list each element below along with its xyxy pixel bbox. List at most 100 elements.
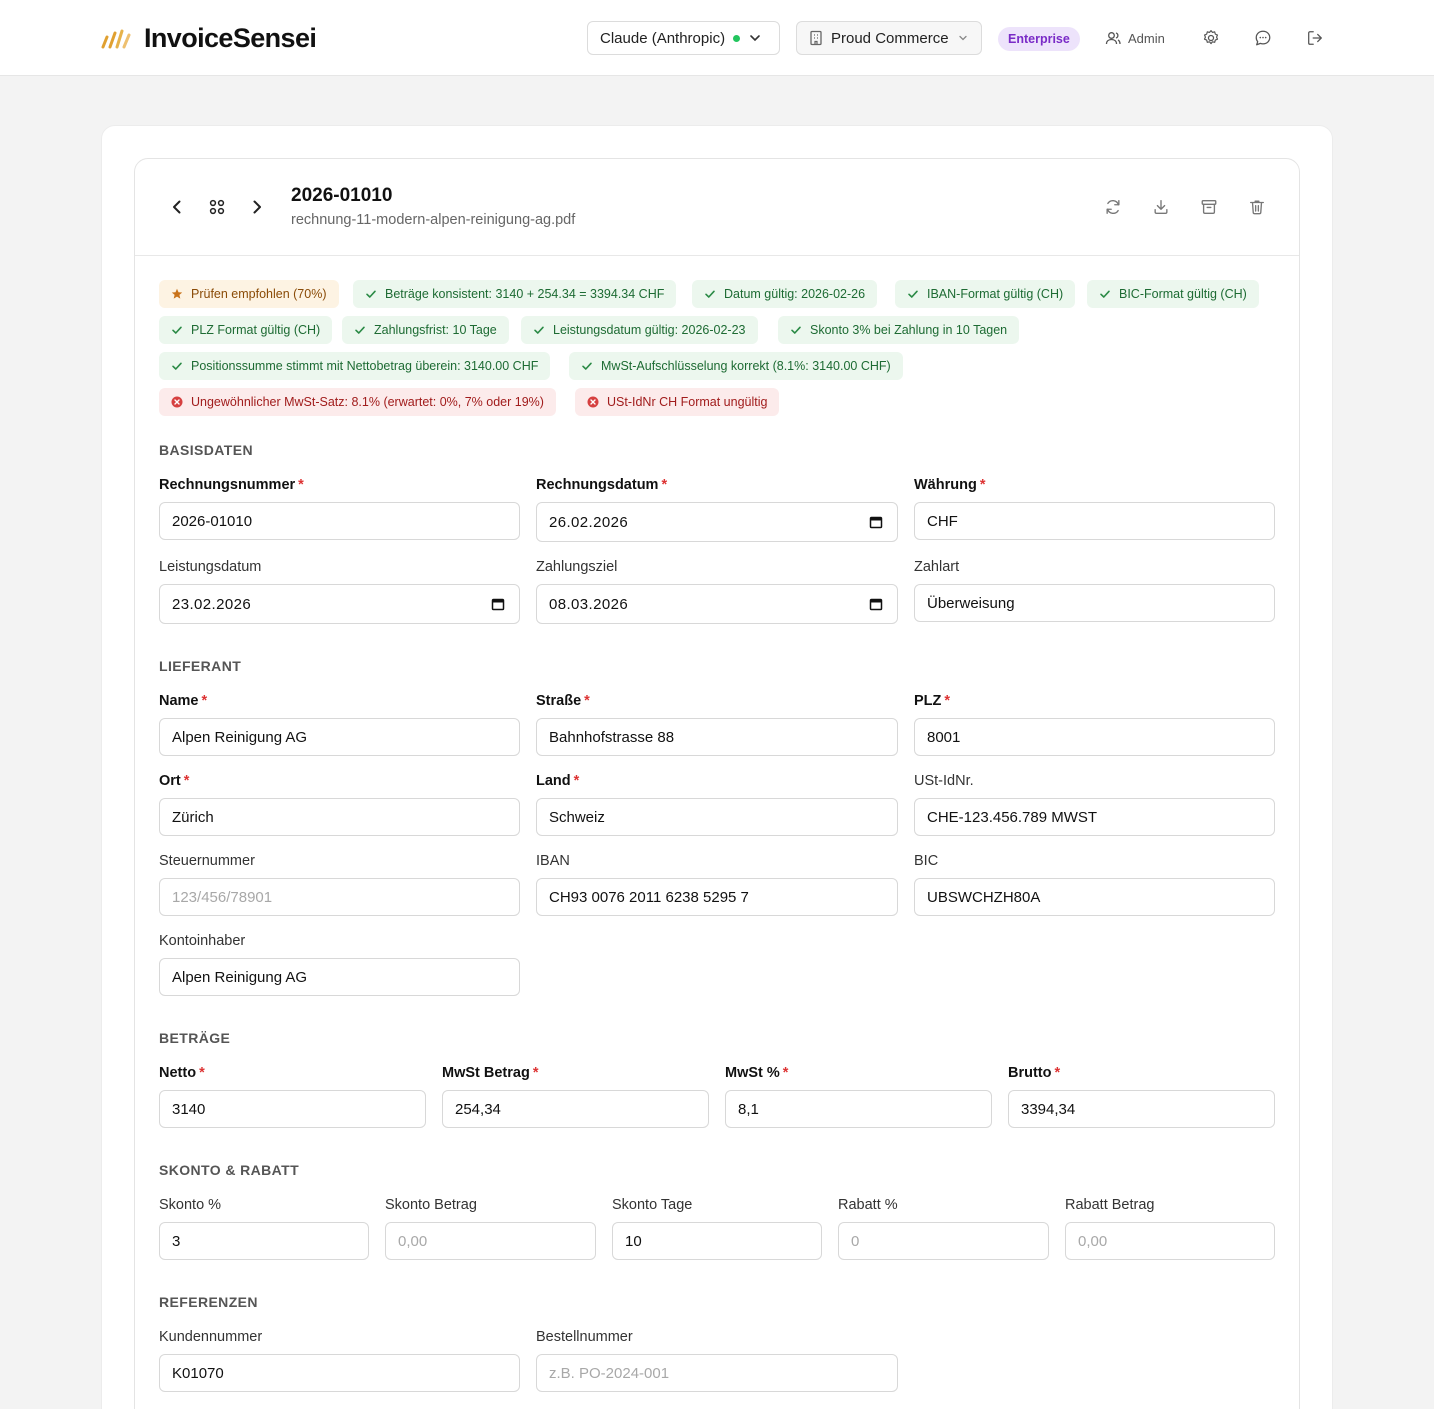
brutto-input[interactable]: 3394,34 bbox=[1008, 1090, 1275, 1128]
bestellnummer-input[interactable]: z.B. PO-2024-001 bbox=[536, 1354, 898, 1392]
reprocess-button[interactable] bbox=[1102, 196, 1124, 218]
label-rechnungsnummer: Rechnungsnummer * bbox=[159, 477, 304, 493]
chat-button[interactable] bbox=[1252, 27, 1274, 49]
overview-button[interactable] bbox=[205, 195, 229, 219]
mwst-betrag-input[interactable]: 254,34 bbox=[442, 1090, 709, 1128]
validation-badge-ok: Positionssumme stimmt mit Nettobetrag üb… bbox=[159, 352, 551, 380]
check-icon bbox=[705, 290, 715, 298]
label-bic: BIC bbox=[914, 853, 939, 869]
validation-badge-ok: Leistungsdatum gültig: 2026-02-23 bbox=[521, 316, 758, 344]
chevron-right-icon bbox=[253, 200, 261, 214]
zahlart-input[interactable]: Überweisung bbox=[914, 584, 1275, 622]
label-rechnungsdatum: Rechnungsdatum * bbox=[536, 477, 668, 493]
rabatt-betrag-input[interactable]: 0,00 bbox=[1065, 1222, 1275, 1260]
badge-text: Skonto 3% bei Zahlung in 10 Tagen bbox=[810, 323, 1008, 337]
bic-input[interactable]: UBSWCHZH80A bbox=[914, 878, 1275, 916]
calendar-icon[interactable] bbox=[491, 597, 505, 611]
calendar-icon[interactable] bbox=[869, 515, 883, 529]
brand-name: InvoiceSensei bbox=[144, 22, 317, 53]
validation-badge-warning: Prüfen empfohlen (70%) bbox=[159, 280, 339, 308]
name-input[interactable]: Alpen Reinigung AG bbox=[159, 718, 520, 756]
invoice-title: 2026-01010 bbox=[291, 185, 393, 206]
steuernummer-input[interactable]: 123/456/78901 bbox=[159, 878, 520, 916]
refresh-icon bbox=[1106, 199, 1120, 215]
check-icon bbox=[534, 326, 544, 334]
label-name: Name * bbox=[159, 693, 208, 709]
skonto-betrag-input[interactable]: 0,00 bbox=[385, 1222, 596, 1260]
next-button[interactable] bbox=[245, 195, 269, 219]
leistungsdatum-input[interactable]: 23.02.2026 bbox=[159, 584, 520, 624]
section-skonto-rabatt: SKONTO & RABATT bbox=[159, 1162, 300, 1178]
section-referenzen: REFERENZEN bbox=[159, 1294, 258, 1310]
rechnungsdatum-input[interactable]: 26.02.2026 bbox=[536, 502, 898, 542]
chevron-left-icon bbox=[173, 200, 181, 214]
zahlungsziel-input[interactable]: 08.03.2026 bbox=[536, 584, 898, 624]
chevron-down-icon bbox=[958, 35, 967, 41]
model-select[interactable]: Claude (Anthropic) bbox=[587, 21, 780, 55]
validation-badge-ok: Skonto 3% bei Zahlung in 10 Tagen bbox=[778, 316, 1020, 344]
chat-bubble-icon bbox=[1255, 30, 1271, 46]
badge-text: Zahlungsfrist: 10 Tage bbox=[374, 323, 497, 337]
label-brutto: Brutto * bbox=[1008, 1065, 1061, 1081]
chevron-down-icon bbox=[750, 35, 760, 42]
section-basisdaten: BASISDATEN bbox=[159, 442, 253, 458]
rechnungsnummer-input[interactable]: 2026-01010 bbox=[159, 502, 520, 540]
error-circle-icon bbox=[587, 396, 599, 408]
validation-badge-ok: Beträge konsistent: 3140 + 254.34 = 3394… bbox=[353, 280, 677, 308]
label-skonto-tage: Skonto Tage bbox=[612, 1197, 693, 1213]
ort-input[interactable]: Zürich bbox=[159, 798, 520, 836]
calendar-icon[interactable] bbox=[869, 597, 883, 611]
check-icon bbox=[355, 326, 365, 334]
label-zahlungsziel: Zahlungsziel bbox=[536, 559, 618, 575]
label-zahlart: Zahlart bbox=[914, 559, 960, 575]
badge-text: Ungewöhnlicher MwSt-Satz: 8.1% (erwartet… bbox=[191, 395, 544, 409]
label-leistungsdatum: Leistungsdatum bbox=[159, 559, 262, 575]
validation-badge-error: USt-IdNr CH Format ungültig bbox=[575, 388, 780, 416]
validation-badge-ok: Zahlungsfrist: 10 Tage bbox=[342, 316, 509, 344]
brand-logo[interactable]: InvoiceSensei bbox=[100, 20, 317, 56]
label-kontoinhaber: Kontoinhaber bbox=[159, 933, 246, 949]
badge-text: Datum gültig: 2026-02-26 bbox=[724, 287, 866, 301]
skonto-tage-input[interactable]: 10 bbox=[612, 1222, 822, 1260]
validation-badge-ok: PLZ Format gültig (CH) bbox=[159, 316, 333, 344]
mwst-prozent-input[interactable]: 8,1 bbox=[725, 1090, 992, 1128]
validation-badge-ok: BIC-Format gültig (CH) bbox=[1087, 280, 1259, 308]
company-select[interactable]: Proud Commerce bbox=[796, 21, 982, 55]
strasse-input[interactable]: Bahnhofstrasse 88 bbox=[536, 718, 898, 756]
land-input[interactable]: Schweiz bbox=[536, 798, 898, 836]
label-netto: Netto * bbox=[159, 1065, 205, 1081]
logout-button[interactable] bbox=[1304, 27, 1326, 49]
model-select-label: Claude (Anthropic) bbox=[600, 29, 726, 47]
delete-button[interactable] bbox=[1246, 196, 1268, 218]
check-icon bbox=[582, 362, 592, 370]
label-strasse: Straße * bbox=[536, 693, 590, 709]
error-circle-icon bbox=[171, 396, 183, 408]
kundennummer-input[interactable]: K01070 bbox=[159, 1354, 520, 1392]
download-button[interactable] bbox=[1150, 196, 1172, 218]
building-icon bbox=[810, 30, 822, 46]
section-betraege: BETRÄGE bbox=[159, 1030, 231, 1046]
logo-mark-icon bbox=[101, 29, 131, 49]
badge-text: Prüfen empfohlen (70%) bbox=[191, 287, 327, 301]
ustid-input[interactable]: CHE-123.456.789 MWST bbox=[914, 798, 1275, 836]
label-skonto-prozent: Skonto % bbox=[159, 1197, 222, 1213]
iban-input[interactable]: CH93 0076 2011 6238 5295 7 bbox=[536, 878, 898, 916]
netto-input[interactable]: 3140 bbox=[159, 1090, 426, 1128]
validation-badge-ok: Datum gültig: 2026-02-26 bbox=[692, 280, 878, 308]
label-kundennummer: Kundennummer bbox=[159, 1329, 263, 1345]
previous-button[interactable] bbox=[165, 195, 189, 219]
label-skonto-betrag: Skonto Betrag bbox=[385, 1197, 477, 1213]
skonto-prozent-input[interactable]: 3 bbox=[159, 1222, 369, 1260]
badge-text: USt-IdNr CH Format ungültig bbox=[607, 395, 768, 409]
plz-input[interactable]: 8001 bbox=[914, 718, 1275, 756]
waehrung-input[interactable]: CHF bbox=[914, 502, 1275, 540]
rabatt-prozent-input[interactable]: 0 bbox=[838, 1222, 1049, 1260]
settings-button[interactable] bbox=[1200, 27, 1222, 49]
label-mwst-prozent: MwSt % * bbox=[725, 1065, 789, 1081]
invoice-header-divider bbox=[135, 255, 1299, 256]
archive-button[interactable] bbox=[1198, 196, 1220, 218]
check-icon bbox=[366, 290, 376, 298]
validation-badge-ok: IBAN-Format gültig (CH) bbox=[895, 280, 1076, 308]
admin-menu[interactable]: Admin bbox=[1105, 27, 1165, 49]
kontoinhaber-input[interactable]: Alpen Reinigung AG bbox=[159, 958, 520, 996]
